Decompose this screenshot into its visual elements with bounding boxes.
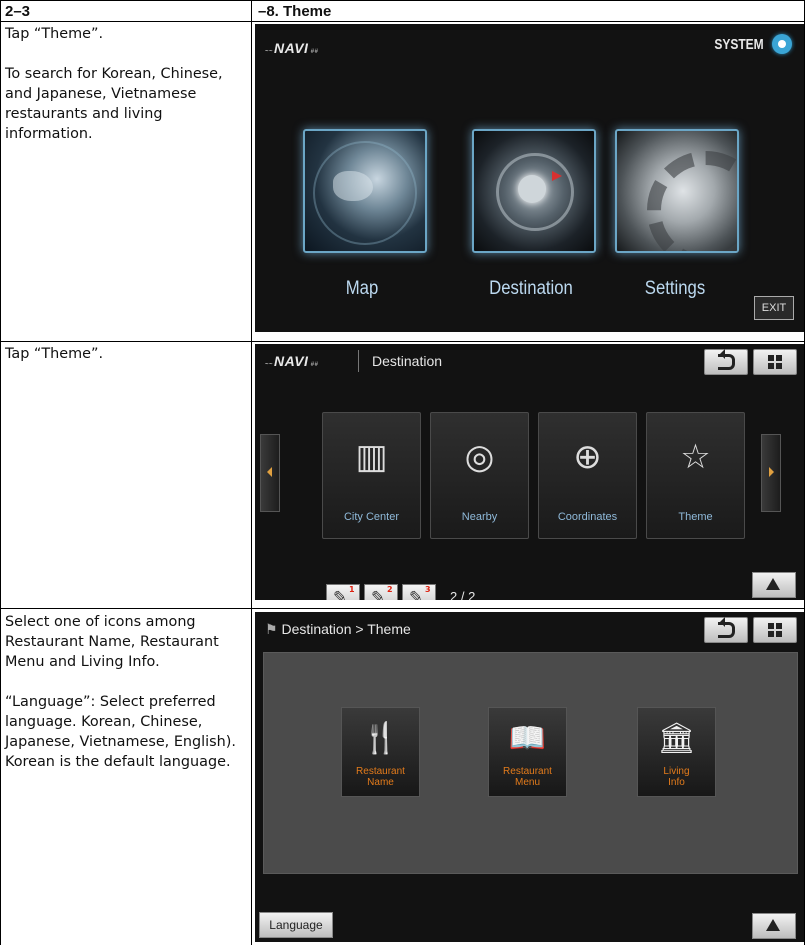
theme-screen: ⚑ Destination > Theme 🍴 Restaurant Name 📖… [255,612,804,942]
main-menu-screen: ~~NAVI ## SYSTEM Map Destination Setting… [255,24,804,332]
restaurant-menu-card[interactable]: 📖 Restaurant Menu [488,707,567,797]
restaurant-name-label: Restaurant Name [356,766,405,788]
section-title: –8. Theme [258,3,332,20]
destination-tile[interactable] [472,129,596,253]
system-label[interactable]: SYSTEM [715,36,764,53]
living-info-card[interactable]: 🏛 Living Info [637,707,716,797]
row3-language-note: “Language”: Select preferred language. K… [5,694,236,770]
grid-menu-button[interactable] [753,617,797,643]
back-arrow-icon [718,349,735,370]
navi-logo: ~~NAVI ## [265,40,319,56]
row3-instruction: Select one of icons among Restaurant Nam… [5,614,219,670]
pin-icon: ✎ [333,588,348,600]
settings-label[interactable]: Settings [613,278,736,300]
language-button[interactable]: Language [259,912,333,938]
table-column-divider [251,0,252,945]
exit-button[interactable]: EXIT [754,296,794,320]
row2-instruction: Tap “Theme”. [5,346,104,362]
gear-icon [647,151,737,251]
nearby-label: Nearby [461,511,498,523]
row1-instruction: Tap “Theme”. [5,26,104,42]
grid-menu-icon [768,355,782,369]
row1-note: To search for Korean, Chinese, and Japan… [5,66,223,142]
table-border-top [0,0,805,1]
favorite-pin-button-1[interactable]: ✎ 1 [326,584,360,600]
restaurant-menu-label: Restaurant Menu [503,766,552,788]
section-number: 2–3 [5,3,31,20]
table-row-divider [0,608,805,609]
compass-knob [518,175,546,203]
scroll-left-button[interactable] [260,434,280,512]
star-icon: ☆ [680,437,711,477]
back-arrow-icon [718,617,735,638]
theme-panel: 🍴 Restaurant Name 📖 Restaurant Menu 🏛 Livi… [263,652,798,874]
scroll-up-button[interactable] [752,572,796,598]
table-border-left [0,0,1,945]
pin-icon: ✎ [409,588,424,600]
living-info-label: Living Info [663,766,690,788]
up-arrow-icon [766,578,780,590]
destination-label[interactable]: Destination [469,278,592,300]
system-settings-icon[interactable] [772,34,792,54]
favorite-pin-button-3[interactable]: ✎ 3 [402,584,436,600]
grid-menu-button[interactable] [753,349,797,375]
nearby-compass-icon: ◎ [464,437,495,477]
table-row-divider [0,341,805,342]
title-separator [358,350,359,372]
up-arrow-icon [766,919,780,931]
nearby-card[interactable]: ◎ Nearby [430,412,529,539]
back-button[interactable] [704,349,748,375]
row1-description: Tap “Theme”. To search for Korean, Chine… [5,24,241,144]
back-button[interactable] [704,617,748,643]
row3-description: Select one of icons among Restaurant Nam… [5,612,241,772]
navi-logo: ~~NAVI ## [265,353,319,369]
favorite-pin-button-2[interactable]: ✎ 2 [364,584,398,600]
page-indicator: 2 / 2 [450,589,476,600]
restaurant-name-card[interactable]: 🍴 Restaurant Name [341,707,420,797]
coordinates-label: Coordinates [557,511,618,523]
scroll-right-button[interactable] [761,434,781,512]
right-arrow-icon [769,467,779,477]
table-header-divider [0,21,805,22]
settings-tile[interactable] [615,129,739,253]
map-label[interactable]: Map [300,278,423,300]
city-center-card[interactable]: ▥ City Center [322,412,421,539]
city-center-label: City Center [343,511,400,523]
needle-mark [552,171,562,181]
breadcrumb: ⚑ Destination > Theme [265,621,411,637]
left-arrow-icon [262,467,272,477]
globe-grid-icon: ⊕ [573,437,602,477]
theme-label: Theme [678,511,713,523]
building-icon: ▥ [355,437,388,477]
map-tile[interactable] [303,129,427,253]
scroll-up-button[interactable] [752,913,796,939]
manual-page: 2–3 –8. Theme Tap “Theme”. To search for… [0,0,805,945]
open-menu-book-icon: 📖 [508,721,547,756]
row2-description: Tap “Theme”. [5,344,241,364]
grid-menu-icon [768,623,782,637]
pin-icon: ✎ [371,588,386,600]
flag-icon: ⚑ [265,621,282,637]
theme-card[interactable]: ☆ Theme [646,412,745,539]
building-store-icon: 🏛 [657,721,696,756]
fork-knife-icon: 🍴 [361,721,400,756]
coordinates-card[interactable]: ⊕ Coordinates [538,412,637,539]
continent-shape [333,171,373,201]
destination-screen: ~~NAVI ## Destination ▥ City Center ◎ Ne… [255,344,804,600]
screen-title: Destination [372,353,443,369]
